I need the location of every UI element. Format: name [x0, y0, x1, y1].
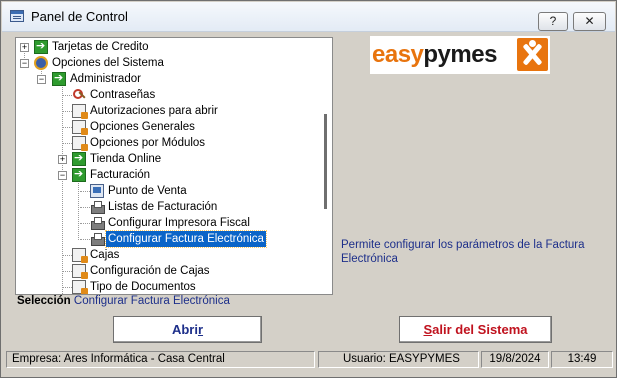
tree-item[interactable]: Autorizaciones para abrir: [16, 103, 316, 119]
tree-item-label: Punto de Venta: [108, 185, 187, 197]
status-date: 19/8/2024: [481, 351, 549, 368]
tree-item-label: Tipo de Documentos: [90, 281, 196, 293]
tree-item[interactable]: Tipo de Documentos: [16, 279, 316, 294]
document-icon: [72, 136, 88, 151]
tree-item-label: Configuración de Cajas: [90, 265, 210, 277]
logo-mark-dot: [529, 40, 536, 47]
logo-word-easy: easy: [372, 41, 424, 68]
tree-item[interactable]: + Tienda Online: [16, 150, 316, 167]
tree-item[interactable]: Listas de Facturación: [16, 199, 316, 215]
arrow-right-icon: [34, 38, 48, 54]
tree-connector: [62, 271, 72, 272]
tree-connector: [80, 191, 90, 192]
document-icon: [72, 280, 88, 294]
tree-item[interactable]: − Opciones del Sistema: [16, 55, 316, 71]
tree-item[interactable]: + Tarjetas de Credito: [16, 38, 316, 55]
tree-item[interactable]: Punto de Venta: [16, 183, 316, 199]
close-button[interactable]: ✕: [573, 12, 606, 31]
collapse-icon[interactable]: −: [58, 171, 67, 180]
tree-connector: [62, 127, 72, 128]
selection-value: Configurar Factura Electrónica: [73, 295, 230, 307]
status-user: Usuario: EASYPYMES: [318, 351, 479, 368]
tree-connector: [62, 95, 72, 96]
tree-connector: [62, 111, 72, 112]
collapse-icon[interactable]: −: [37, 75, 46, 84]
tree-item[interactable]: Opciones por Módulos: [16, 135, 316, 151]
tree-item-label: Opciones Generales: [90, 121, 195, 133]
options-tree[interactable]: +Tarjetas de Credito−Opciones del Sistem…: [15, 37, 333, 295]
tree-item[interactable]: Opciones Generales: [16, 119, 316, 135]
tree-item[interactable]: Contraseñas: [16, 87, 316, 103]
tree-item-label: Facturación: [90, 169, 151, 181]
tree-item-label: Tarjetas de Credito: [52, 41, 149, 53]
tree-item-label: Opciones por Módulos: [90, 137, 206, 149]
tree-connector: [62, 255, 72, 256]
arrow-right-icon: [72, 166, 86, 182]
collapse-icon[interactable]: −: [20, 59, 29, 68]
tree-item-label: Contraseñas: [90, 89, 156, 101]
expand-icon[interactable]: +: [20, 43, 29, 52]
arrow-right-icon: [52, 70, 66, 86]
printer-icon: [90, 232, 105, 246]
document-icon: [72, 120, 88, 135]
tree-item-label: Tienda Online: [90, 153, 162, 165]
logo-word-pymes: pymes: [423, 41, 497, 68]
system-settings-icon: [34, 56, 48, 70]
status-bar: Empresa: Ares Informática - Casa Central…: [2, 349, 615, 369]
title-bar[interactable]: Panel de Control ? ✕: [2, 2, 615, 32]
tree-item-label: Autorizaciones para abrir: [90, 105, 218, 117]
keys-icon: [72, 88, 86, 102]
expand-icon[interactable]: +: [58, 155, 67, 164]
exit-button-accelerator: S: [423, 322, 433, 337]
document-icon: [72, 248, 88, 263]
document-icon: [72, 104, 88, 119]
document-icon: [72, 264, 88, 279]
printer-icon: [90, 200, 105, 214]
tree-item-label: Configurar Impresora Fiscal: [108, 217, 250, 229]
logo-wordmark: easypymes: [372, 41, 497, 69]
window-app-icon: [10, 10, 24, 22]
tree-item-label: Opciones del Sistema: [52, 57, 164, 69]
selection-label: Selección: [17, 295, 71, 307]
exit-button-label: alir del Sistema: [432, 322, 528, 337]
tree-item[interactable]: − Administrador: [16, 70, 316, 87]
tree-item[interactable]: Configuración de Cajas: [16, 263, 316, 279]
printer-icon: [90, 216, 105, 230]
status-time: 13:49: [551, 351, 613, 368]
tree-connector: [62, 143, 72, 144]
tree-connector: [80, 207, 90, 208]
easypymes-logo: easypymes: [370, 36, 550, 74]
tree-item[interactable]: Configurar Impresora Fiscal: [16, 215, 316, 231]
status-company: Empresa: Ares Informática - Casa Central: [6, 351, 315, 368]
open-button[interactable]: Abrir: [113, 316, 262, 343]
tree-item[interactable]: Cajas: [16, 247, 316, 263]
tree-item[interactable]: Configurar Factura Electrónica: [16, 230, 316, 248]
pos-terminal-icon: [90, 184, 104, 198]
control-panel-window: Panel de Control ? ✕ + Tarjetas de Credit…: [0, 0, 617, 378]
tree-connector: [80, 239, 90, 240]
tree-connector: [80, 223, 90, 224]
open-button-label: Abri: [171, 322, 198, 337]
help-button[interactable]: ?: [538, 12, 568, 31]
tree-connector: [62, 287, 72, 288]
tree-item-label: Configurar Factura Electrónica: [105, 230, 267, 248]
option-description: Permite configurar los parámetros de la …: [341, 239, 585, 265]
selection-display: Selección Configurar Factura Electrónica: [17, 295, 230, 307]
exit-system-button[interactable]: Salir del Sistema: [399, 316, 552, 343]
tree-scrollbar-thumb[interactable]: [324, 114, 327, 209]
open-button-accelerator: r: [197, 322, 204, 337]
window-title: Panel de Control: [31, 9, 128, 24]
tree-item[interactable]: − Facturación: [16, 166, 316, 183]
arrow-right-icon: [72, 150, 86, 166]
tree-item-label: Cajas: [90, 249, 120, 261]
tree-item-label: Administrador: [70, 73, 141, 85]
tree-item-label: Listas de Facturación: [108, 201, 218, 213]
